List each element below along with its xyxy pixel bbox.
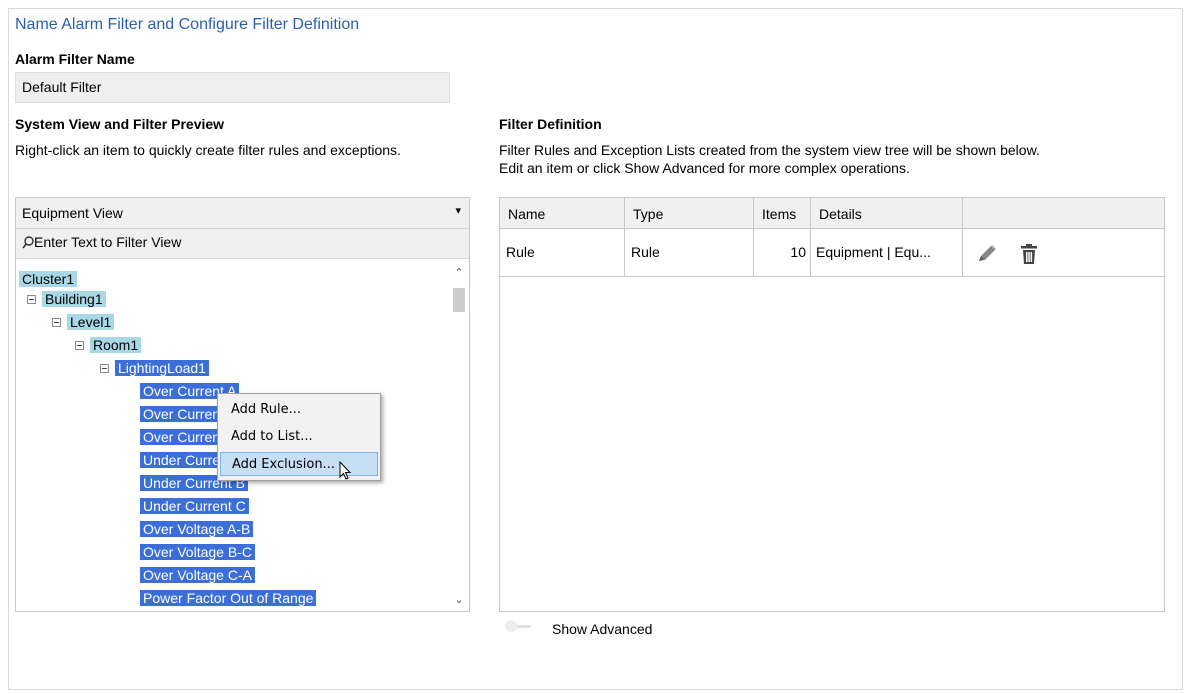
tree-item-label: Cluster1: [19, 271, 78, 287]
tree-item-cluster1[interactable]: Cluster1: [19, 269, 78, 289]
column-header-type[interactable]: Type: [625, 198, 754, 229]
table-cell-actions: [963, 229, 1164, 277]
show-advanced-toggle[interactable]: [503, 619, 533, 633]
tree-item-alarm[interactable]: Power Factor Out of Range: [140, 588, 317, 608]
tree-item-level1[interactable]: Level1: [52, 312, 115, 332]
filter-definition-hint-1: Filter Rules and Exception Lists created…: [499, 142, 1040, 158]
tree-item-label: Over Voltage A-B: [140, 521, 254, 537]
tree-item-label: Over Voltage C-A: [140, 567, 255, 583]
table-cell-name[interactable]: Rule: [500, 229, 625, 277]
collapse-icon[interactable]: [52, 318, 61, 327]
tree-item-label: Level1: [67, 314, 115, 330]
tree-item-alarm[interactable]: Over Voltage B-C: [140, 542, 255, 562]
page-title: Name Alarm Filter and Configure Filter D…: [15, 16, 360, 33]
filter-definition-table: Name Type Items Details Rule Rule 10 Equ…: [499, 197, 1165, 612]
trash-icon[interactable]: [1020, 243, 1038, 265]
scroll-up-icon[interactable]: ⌃: [449, 266, 469, 282]
system-view-heading: System View and Filter Preview: [15, 116, 225, 132]
menu-item-add-exclusion[interactable]: Add Exclusion...: [220, 452, 378, 476]
tree-item-alarm[interactable]: Under Current C: [140, 496, 249, 516]
scroll-down-icon[interactable]: ⌄: [449, 593, 469, 609]
cursor-icon: [339, 461, 352, 480]
filter-name-input[interactable]: Default Filter: [15, 72, 450, 103]
table-cell-type[interactable]: Rule: [625, 229, 754, 277]
system-view-hint: Right-click an item to quickly create fi…: [15, 142, 401, 158]
tree-item-label: Power Factor Out of Range: [140, 590, 317, 606]
column-header-details[interactable]: Details: [811, 198, 963, 229]
tree-item-room1[interactable]: Room1: [75, 335, 142, 355]
tree-item-alarm[interactable]: Over Voltage C-A: [140, 565, 255, 585]
menu-item-add-to-list[interactable]: Add to List...: [220, 425, 378, 449]
tree-item-label: Room1: [90, 337, 142, 353]
chevron-down-icon: ▾: [455, 205, 461, 217]
filter-definition-hint-2: Edit an item or click Show Advanced for …: [499, 160, 910, 176]
tree-scrollbar[interactable]: ⌃ ⌄: [449, 260, 469, 611]
tree-item-label: Over Voltage B-C: [140, 544, 255, 560]
table-cell-items[interactable]: 10: [754, 229, 811, 277]
show-advanced-label: Show Advanced: [552, 621, 653, 637]
tree-item-lightingload1[interactable]: LightingLoad1: [100, 358, 209, 378]
column-header-actions: [963, 198, 1164, 229]
column-header-items[interactable]: Items: [754, 198, 811, 229]
search-placeholder: Enter Text to Filter View: [34, 234, 182, 250]
tree-item-label: Under Current C: [140, 498, 249, 514]
collapse-icon[interactable]: [27, 295, 36, 304]
collapse-icon[interactable]: [75, 341, 84, 350]
column-header-name[interactable]: Name: [500, 198, 625, 229]
search-icon: [22, 236, 34, 249]
filter-name-label: Alarm Filter Name: [15, 51, 135, 67]
view-select-value: Equipment View: [22, 205, 123, 221]
tree-item-building1[interactable]: Building1: [27, 289, 106, 309]
pencil-icon[interactable]: [976, 244, 998, 264]
tree-search-input[interactable]: Enter Text to Filter View: [16, 229, 469, 259]
scrollbar-thumb[interactable]: [453, 288, 465, 312]
view-select[interactable]: Equipment View ▾: [16, 198, 469, 229]
menu-item-add-rule[interactable]: Add Rule...: [220, 398, 378, 422]
tree-item-alarm[interactable]: Over Voltage A-B: [140, 519, 254, 539]
context-menu: Add Rule... Add to List... Add Exclusion…: [217, 393, 381, 481]
tree-item-label: Building1: [42, 291, 106, 307]
filter-definition-heading: Filter Definition: [499, 116, 602, 132]
tree-item-label: LightingLoad1: [115, 360, 209, 376]
collapse-icon[interactable]: [100, 364, 109, 373]
table-cell-details[interactable]: Equipment | Equ...: [811, 229, 963, 277]
